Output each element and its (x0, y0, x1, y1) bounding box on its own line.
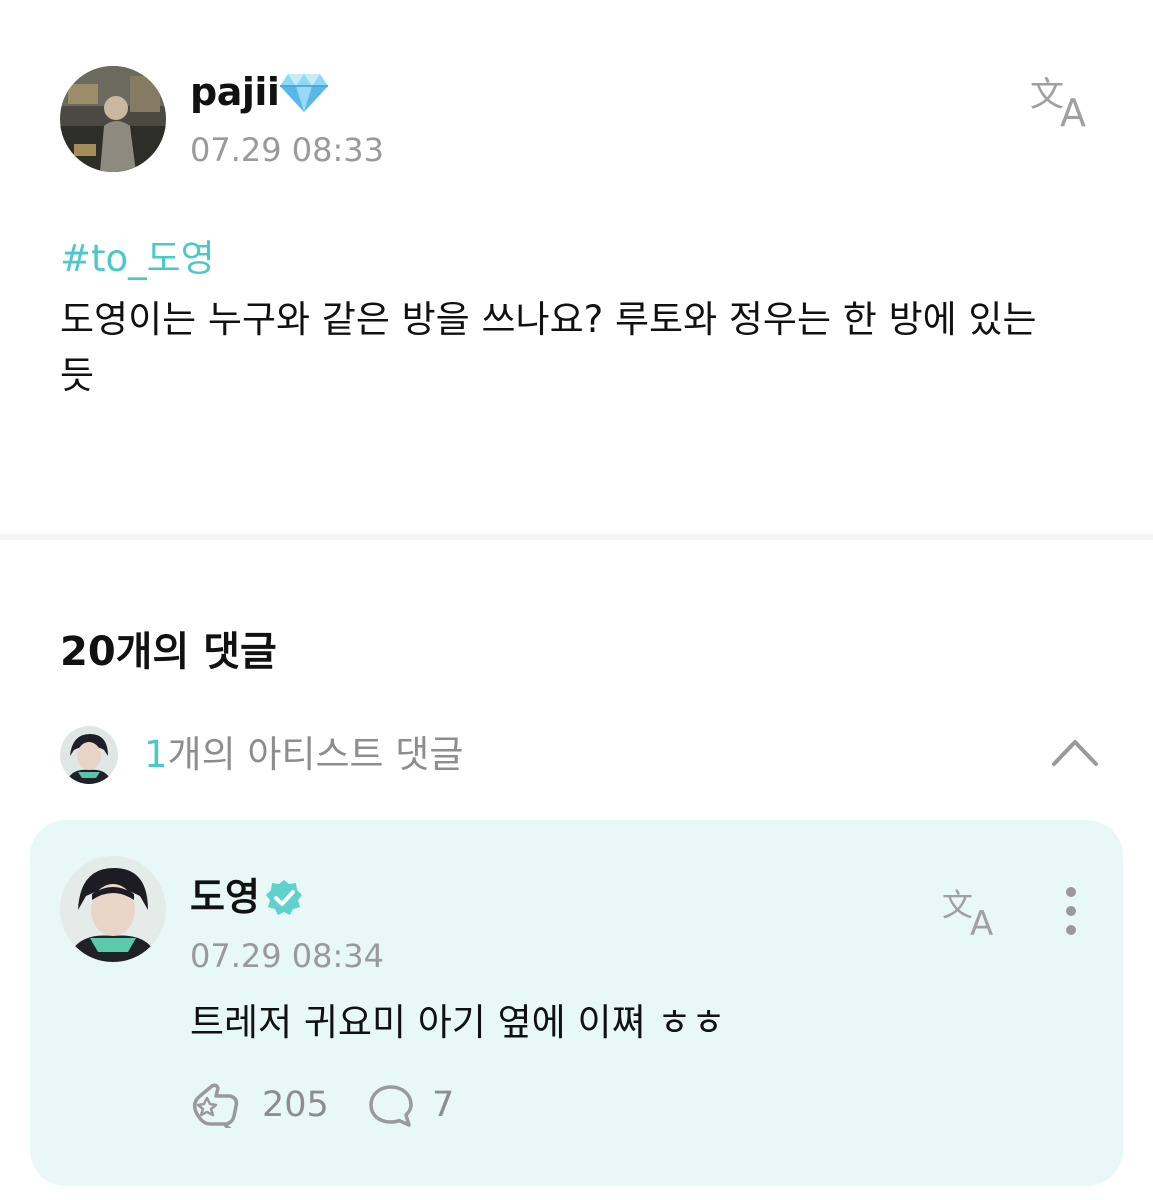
post-body-text: 도영이는 누구와 같은 방을 쓰나요? 루토와 정우는 한 방에 있는 듯 (60, 298, 1037, 397)
section-divider (0, 534, 1153, 540)
author-name[interactable]: pajii (190, 66, 280, 118)
reply-count: 7 (432, 1085, 455, 1125)
translate-icon[interactable]: 文 A (1030, 70, 1096, 130)
verified-icon (266, 880, 302, 915)
like-icon[interactable] (190, 1082, 242, 1128)
reply-icon[interactable] (368, 1084, 414, 1128)
post-hashtag[interactable]: #to_도영 (60, 234, 215, 284)
more-options-icon[interactable] (1056, 886, 1086, 936)
comment-count-heading: 20개의 댓글 (60, 629, 277, 675)
artist-comment-count: 1 (144, 733, 168, 776)
artist-name[interactable]: 도영 (190, 872, 260, 922)
artist-comment-text: 트레저 귀요미 아기 옆에 이쪄 ㅎㅎ (190, 1001, 726, 1044)
like-count: 205 (262, 1085, 329, 1125)
svg-text:文: 文 (1030, 75, 1064, 115)
svg-text:文: 文 (942, 888, 973, 924)
author-avatar[interactable] (60, 66, 166, 172)
post-detail-screen: pajii 07.29 08:33 文 A #to_도영 도영이는 누구와 같은… (0, 0, 1153, 1200)
artist-comment-label-text: 개의 아티스트 댓글 (167, 733, 464, 776)
artist-avatar[interactable] (60, 856, 166, 962)
artist-comment-card: 도영 07.29 08:34 文 A 트레저 귀요미 아기 옆에 이쪄 ㅎㅎ 2… (30, 820, 1123, 1186)
artist-comments-toggle[interactable]: 1개의 아티스트 댓글 (60, 724, 1100, 788)
artist-avatar-small (60, 726, 118, 784)
artist-comments-label: 1개의 아티스트 댓글 (144, 730, 463, 780)
post-timestamp: 07.29 08:33 (190, 131, 384, 169)
gem-icon (280, 74, 328, 112)
svg-text:A: A (970, 904, 993, 938)
comment-translate-icon[interactable]: 文 A (942, 884, 1004, 938)
chevron-up-icon[interactable] (1050, 736, 1100, 768)
comment-actions: 205 7 (190, 1082, 790, 1130)
artist-comment-timestamp: 07.29 08:34 (190, 937, 384, 975)
svg-text:A: A (1060, 91, 1086, 130)
